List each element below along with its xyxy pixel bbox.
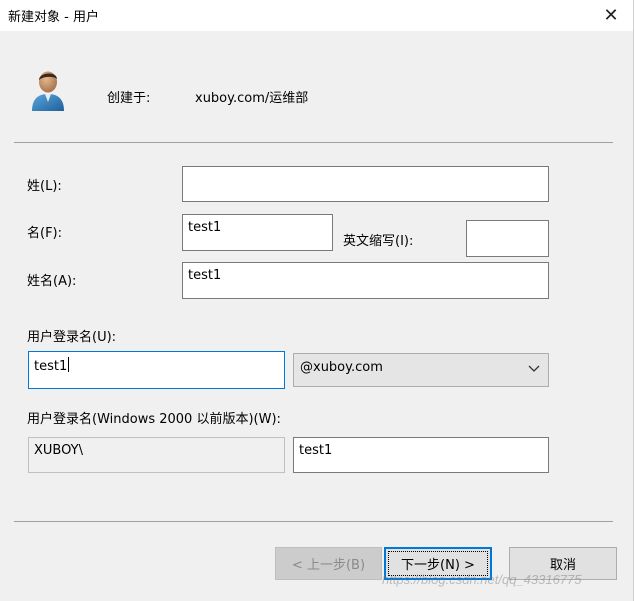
first-name-label: 名(F): [27, 226, 63, 241]
user-icon [32, 71, 64, 111]
logon-name-value: test1 [34, 359, 68, 374]
initials-label: 英文缩写(I): [343, 234, 414, 249]
close-icon: ✕ [603, 5, 619, 26]
new-user-dialog: 新建对象 - 用户 ✕ 创建于: xuboy.com/运维部 姓(L): 名(F… [0, 0, 634, 601]
last-name-input[interactable] [182, 166, 549, 202]
window-title: 新建对象 - 用户 [8, 10, 99, 25]
top-divider [14, 142, 613, 143]
watermark-text: https://blog.csdn.net/qq_43316775 [382, 572, 582, 587]
bottom-divider [14, 521, 613, 522]
last-name-label: 姓(L): [27, 179, 62, 194]
upn-suffix-selected: @xuboy.com [300, 360, 383, 375]
logon-name-input[interactable]: test1 [28, 351, 285, 389]
first-name-input[interactable]: test1 [182, 214, 333, 251]
pre2000-logon-label: 用户登录名(Windows 2000 以前版本)(W): [27, 412, 281, 427]
logon-name-label: 用户登录名(U): [27, 330, 117, 345]
pre2000-logon-input[interactable]: test1 [293, 437, 549, 473]
created-in-value: xuboy.com/运维部 [195, 91, 309, 106]
back-button[interactable]: < 上一步(B) [275, 547, 382, 580]
back-button-label: < 上一步(B) [291, 558, 366, 573]
text-caret [68, 357, 70, 372]
initials-input[interactable] [466, 220, 549, 257]
created-in-label: 创建于: [107, 91, 151, 106]
cancel-button-label: 取消 [549, 558, 576, 573]
full-name-label: 姓名(A): [27, 274, 77, 289]
next-button-label: 下一步(N) > [401, 558, 475, 573]
full-name-input[interactable]: test1 [182, 262, 549, 299]
upn-suffix-dropdown[interactable]: @xuboy.com [293, 353, 549, 387]
pre2000-domain-field: XUBOY\ [28, 437, 285, 473]
close-button[interactable]: ✕ [588, 0, 633, 31]
title-bar: 新建对象 - 用户 ✕ [0, 0, 633, 31]
chevron-down-icon [528, 365, 540, 372]
